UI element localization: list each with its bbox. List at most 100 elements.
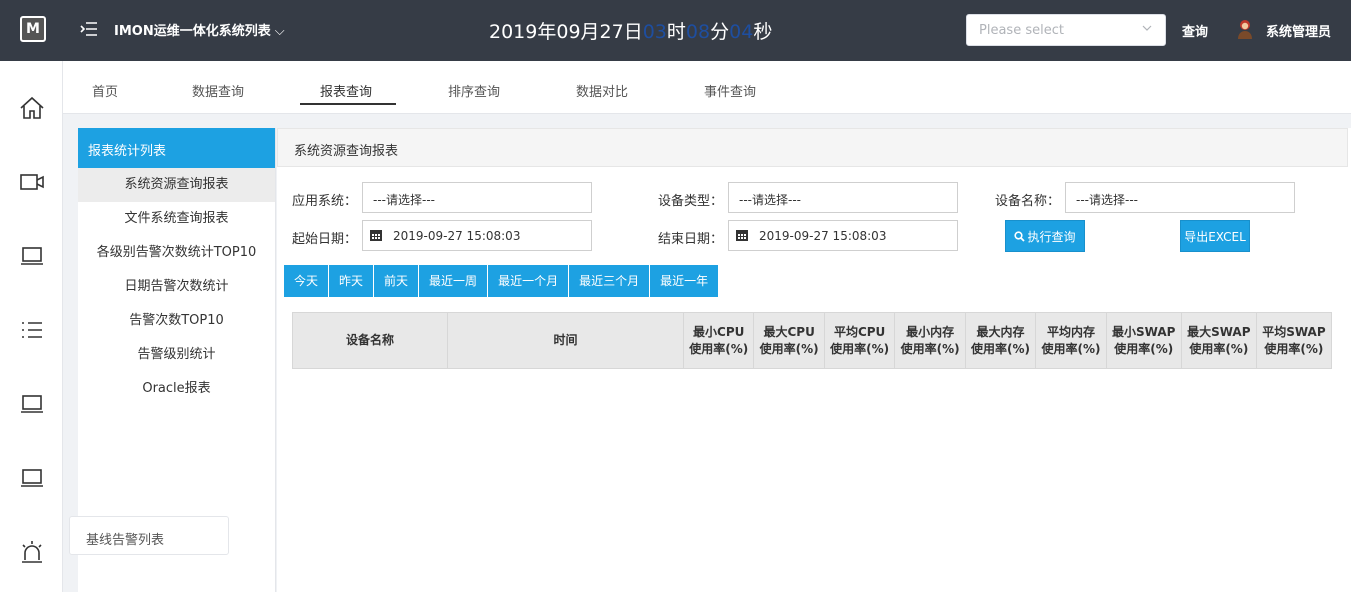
chevron-down-icon bbox=[1141, 22, 1153, 37]
column-header-unit: 使用率(%) bbox=[830, 341, 890, 356]
report-list-item[interactable]: 告警级别统计 bbox=[78, 338, 275, 372]
column-header-label: 设备名称 bbox=[345, 333, 394, 347]
device-name-select[interactable]: ---请选择--- bbox=[1065, 182, 1295, 213]
column-header-label: 平均SWAP bbox=[1262, 324, 1326, 339]
clock-minute: 08 bbox=[685, 21, 711, 43]
column-header[interactable]: 最小CPU 使用率(%) bbox=[682, 312, 755, 369]
list-icon[interactable] bbox=[19, 317, 45, 343]
end-date-value: 2019-09-27 15:08:03 bbox=[759, 229, 887, 243]
export-excel-button[interactable]: 导出EXCEL bbox=[1180, 220, 1250, 252]
page-title: 系统资源查询报表 bbox=[277, 128, 1348, 167]
clock: 2019年09月27日03时08分04秒 bbox=[489, 17, 772, 44]
column-header-label: 平均内存 bbox=[1046, 324, 1095, 339]
clock-hour: 03 bbox=[642, 21, 667, 43]
search-icon bbox=[1014, 222, 1026, 254]
execute-query-button[interactable]: 执行查询 bbox=[1005, 220, 1085, 252]
column-header[interactable]: 平均CPU 使用率(%) bbox=[823, 312, 896, 369]
report-list-item[interactable]: 各级别告警次数统计TOP10 bbox=[78, 236, 275, 270]
clock-second: 04 bbox=[729, 21, 754, 43]
column-header[interactable]: 最大内存使用率(%) bbox=[964, 312, 1037, 369]
column-header-label: 最小SWAP bbox=[1112, 324, 1176, 339]
column-header-unit: 使用率(%) bbox=[689, 341, 749, 356]
column-header-unit: 使用率(%) bbox=[1264, 341, 1324, 356]
column-header[interactable]: 最大SWAP 使用率(%) bbox=[1180, 312, 1257, 369]
column-header-unit: 使用率(%) bbox=[759, 341, 819, 356]
range-today-button[interactable]: 今天 bbox=[284, 265, 330, 297]
laptop-icon[interactable] bbox=[19, 465, 45, 491]
column-header-label: 时间 bbox=[553, 333, 578, 347]
video-icon[interactable] bbox=[19, 169, 45, 195]
range-three-months-button[interactable]: 最近三个月 bbox=[569, 265, 651, 297]
icon-rail bbox=[0, 61, 63, 592]
clock-date: 2019年09月27日 bbox=[489, 21, 643, 43]
column-header-label: 最大CPU bbox=[763, 324, 815, 339]
column-header[interactable]: 时间 bbox=[447, 312, 684, 369]
report-list-item[interactable]: 文件系统查询报表 bbox=[78, 202, 275, 236]
device-name-label: 设备名称： bbox=[995, 194, 1061, 209]
column-header[interactable]: 最小内存 使用率(%) bbox=[894, 312, 966, 369]
column-header-label: 最大SWAP bbox=[1187, 324, 1251, 339]
clock-second-unit: 秒 bbox=[753, 21, 773, 43]
app-system-label: 应用系统： bbox=[292, 194, 358, 209]
tab-home[interactable]: 首页 bbox=[92, 81, 118, 100]
column-header-label: 最小内存 bbox=[906, 324, 955, 339]
column-header[interactable]: 设备名称 bbox=[292, 312, 448, 369]
tab-data-query[interactable]: 数据查询 bbox=[192, 81, 244, 100]
end-date-input[interactable]: 2019-09-27 15:08:03 bbox=[728, 220, 958, 251]
home-icon[interactable] bbox=[19, 95, 45, 121]
column-header[interactable]: 平均SWAP 使用率(%) bbox=[1255, 312, 1333, 369]
range-week-button[interactable]: 最近一周 bbox=[419, 265, 489, 297]
column-header[interactable]: 最小SWAP 使用率(%) bbox=[1105, 312, 1182, 369]
quick-range-group: 今天 昨天 前天 最近一周 最近一个月 最近三个月 最近一年 bbox=[284, 265, 719, 297]
calendar-icon bbox=[735, 228, 749, 242]
column-header-unit: 使用率(%) bbox=[971, 341, 1031, 356]
clock-hour-unit: 时 bbox=[666, 21, 686, 43]
report-list-item[interactable]: 系统资源查询报表 bbox=[78, 168, 275, 202]
column-header[interactable]: 平均内存使用率(%) bbox=[1035, 312, 1107, 369]
report-list-item[interactable]: 告警次数TOP10 bbox=[78, 304, 275, 338]
user-name[interactable]: 系统管理员 bbox=[1266, 21, 1331, 40]
app-title-label: IMON运维一体化系统列表 bbox=[114, 24, 271, 39]
app-system-select[interactable]: ---请选择--- bbox=[362, 182, 592, 213]
report-table: 设备名称 时间 最小CPU 使用率(%) 最大CPU 使用率(%) 平均CPU 使用率… bbox=[292, 312, 1333, 369]
column-header-label: 最大内存 bbox=[976, 324, 1025, 339]
table-header-row: 设备名称 时间 最小CPU 使用率(%) 最大CPU 使用率(%) 平均CPU 使用率… bbox=[292, 312, 1333, 369]
column-header[interactable]: 最大CPU 使用率(%) bbox=[753, 312, 825, 369]
range-month-button[interactable]: 最近一个月 bbox=[488, 265, 570, 297]
report-content: 系统资源查询报表 应用系统： ---请选择--- 设备类型： ---请选择---… bbox=[277, 128, 1351, 592]
laptop-icon[interactable] bbox=[19, 391, 45, 417]
alarm-icon[interactable] bbox=[19, 539, 45, 565]
header-select[interactable]: Please select bbox=[966, 14, 1166, 46]
app-logo[interactable]: M bbox=[20, 16, 46, 42]
column-header-label: 最小CPU bbox=[693, 324, 745, 339]
baseline-alarm-list-button[interactable]: 基线告警列表 bbox=[69, 516, 229, 555]
report-list-item[interactable]: 日期告警次数统计 bbox=[78, 270, 275, 304]
range-yesterday-button[interactable]: 昨天 bbox=[329, 265, 375, 297]
range-year-button[interactable]: 最近一年 bbox=[650, 265, 719, 297]
report-list-item[interactable]: Oracle报表 bbox=[78, 372, 275, 406]
execute-query-label: 执行查询 bbox=[1027, 230, 1076, 244]
laptop-icon[interactable] bbox=[19, 243, 45, 269]
tab-sort-query[interactable]: 排序查询 bbox=[448, 81, 500, 100]
range-day-before-button[interactable]: 前天 bbox=[374, 265, 420, 297]
tab-data-compare[interactable]: 数据对比 bbox=[576, 81, 628, 100]
clock-minute-unit: 分 bbox=[710, 21, 730, 43]
device-type-select[interactable]: ---请选择--- bbox=[728, 182, 958, 213]
top-bar: M IMON运维一体化系统列表 ⌵ 2019年09月27日03时08分04秒 Pl… bbox=[0, 0, 1351, 61]
header-select-placeholder: Please select bbox=[979, 23, 1064, 38]
column-header-unit: 使用率(%) bbox=[1041, 341, 1101, 356]
start-date-value: 2019-09-27 15:08:03 bbox=[393, 229, 521, 243]
end-date-label: 结束日期： bbox=[658, 232, 724, 247]
tab-report-query[interactable]: 报表查询 bbox=[320, 81, 372, 100]
user-avatar-icon[interactable] bbox=[1236, 18, 1254, 40]
column-header-label: 平均CPU bbox=[833, 324, 886, 339]
column-header-unit: 使用率(%) bbox=[1114, 341, 1174, 356]
menu-toggle-icon[interactable] bbox=[80, 20, 98, 40]
start-date-label: 起始日期： bbox=[292, 232, 358, 247]
start-date-input[interactable]: 2019-09-27 15:08:03 bbox=[362, 220, 592, 251]
tab-event-query[interactable]: 事件查询 bbox=[704, 81, 756, 100]
app-title-dropdown[interactable]: IMON运维一体化系统列表 ⌵ bbox=[114, 20, 285, 39]
calendar-icon bbox=[369, 228, 383, 242]
header-query-button[interactable]: 查询 bbox=[1182, 21, 1208, 40]
chevron-down-icon: ⌵ bbox=[274, 24, 285, 39]
